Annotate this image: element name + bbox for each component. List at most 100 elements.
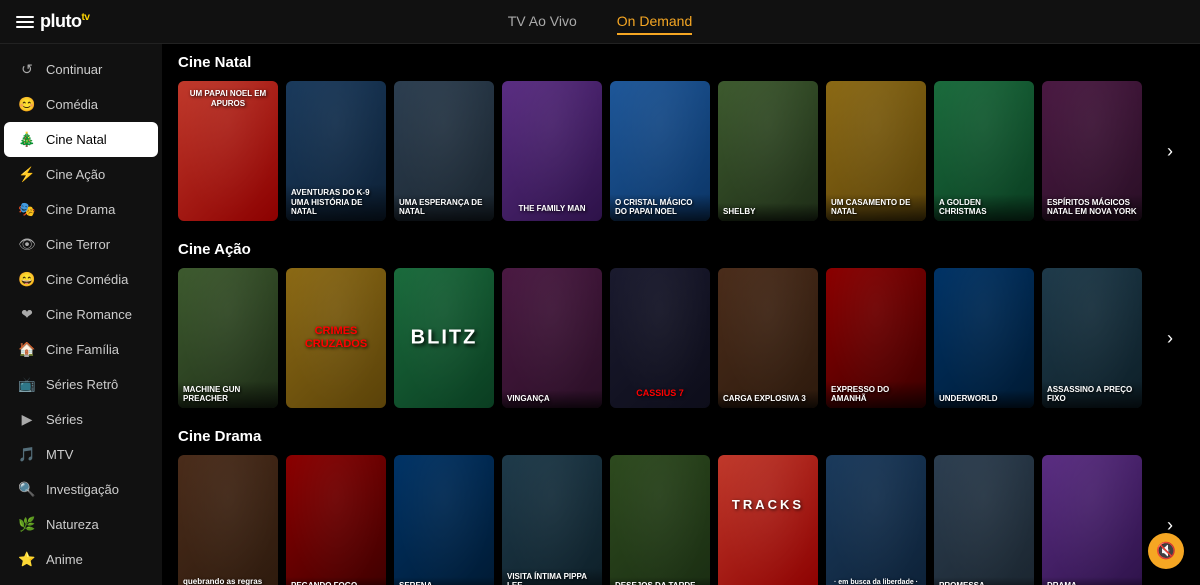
section-row-cine-natal: UM PAPAI NOEL EM APUROSAventuras do K-9 …	[178, 81, 1184, 221]
card-quebrando-regras[interactable]: quebrando as regras	[178, 455, 278, 585]
card-vinganca[interactable]: Vingança	[502, 268, 602, 408]
card-pegando-fogo[interactable]: Pegando Fogo	[286, 455, 386, 585]
card-golden-christmas[interactable]: A Golden Christmas	[934, 81, 1034, 221]
sidebar: ↺Continuar 😊 Comédia 🎄 Cine Natal ⚡Cine Ação🎭…	[0, 44, 162, 585]
sidebar-label-comedia: Comédia	[46, 97, 98, 112]
section-title-cine-natal: Cine Natal	[178, 54, 1184, 71]
sidebar-label-cine-natal: Cine Natal	[46, 132, 107, 147]
sidebar-item-natureza[interactable]: 🌿Natureza	[4, 507, 158, 542]
sidebar-icon-series-retro: 📺	[18, 376, 36, 393]
sidebar-item-cine-drama[interactable]: 🎭Cine Drama	[4, 192, 158, 227]
card-cristal-magico[interactable]: O Cristal Mágico do Papai Noel	[610, 81, 710, 221]
card-inner-desejos-tarde: Desejos da Tarde	[610, 455, 710, 585]
logo-tv-suffix: tv	[81, 12, 89, 23]
scroll-next-cine-acao[interactable]: ›	[1156, 268, 1184, 408]
card-inner-cassius: CASSIUS 7	[610, 268, 710, 408]
section-title-cine-drama: Cine Drama	[178, 428, 1184, 445]
card-inner-cristal-magico: O Cristal Mágico do Papai Noel	[610, 81, 710, 221]
scroll-next-cine-natal[interactable]: ›	[1156, 81, 1184, 221]
card-serena[interactable]: Serena	[394, 455, 494, 585]
sidebar-item-continuar[interactable]: ↺Continuar	[4, 52, 158, 87]
card-aventuras-k9[interactable]: Aventuras do K-9 Uma História de Natal	[286, 81, 386, 221]
card-shelby[interactable]: Shelby	[718, 81, 818, 221]
card-title-pegando-fogo: Pegando Fogo	[286, 577, 386, 585]
card-inner-vinganca: Vingança	[502, 268, 602, 408]
card-inner-shelby: Shelby	[718, 81, 818, 221]
sidebar-item-cine-familia[interactable]: 🏠 Cine Família	[4, 332, 158, 367]
section-row-cine-acao: Machine Gun Preacher CRIMES CRUZADOS BLITZ…	[178, 268, 1184, 408]
sidebar-label-cine-acao: Cine Ação	[46, 167, 105, 182]
pluto-logo: plutotv	[40, 11, 89, 32]
section-cine-natal: Cine Natal UM PAPAI NOEL EM APUROSAventur…	[178, 54, 1184, 221]
card-tracks[interactable]: TRACKS	[718, 455, 818, 585]
card-assassino-preco[interactable]: Assassino a Preço Fixo	[1042, 268, 1142, 408]
card-familia-man[interactable]: THE FAMILY MAN	[502, 81, 602, 221]
card-em-busca[interactable]: · em busca da liberdade ·	[826, 455, 926, 585]
card-inner-expresso-amanha: Expresso do Amanhã	[826, 268, 926, 408]
card-inner-papai-noel: UM PAPAI NOEL EM APUROS	[178, 81, 278, 221]
card-expresso-amanha[interactable]: Expresso do Amanhã	[826, 268, 926, 408]
card-inner-familia-man: THE FAMILY MAN	[502, 81, 602, 221]
sidebar-icon-cine-comedia: 😄	[18, 271, 36, 288]
card-inner-assassino-preco: Assassino a Preço Fixo	[1042, 268, 1142, 408]
sidebar-item-cine-natal[interactable]: 🎄 Cine Natal	[4, 122, 158, 157]
card-desejos-tarde[interactable]: Desejos da Tarde	[610, 455, 710, 585]
sidebar-item-investigacao[interactable]: 🔍Investigação	[4, 472, 158, 507]
card-title-quebrando-regras: quebrando as regras	[183, 577, 273, 585]
card-esperanca-natal[interactable]: Uma Esperança de Natal	[394, 81, 494, 221]
card-title-tracks: TRACKS	[732, 497, 804, 512]
card-papai-noel[interactable]: UM PAPAI NOEL EM APUROS	[178, 81, 278, 221]
sidebar-label-cine-terror: Cine Terror	[46, 237, 110, 252]
sidebar-icon-comedia: 😊	[18, 96, 36, 113]
card-drama-dark[interactable]: Drama	[1042, 455, 1142, 585]
card-visita-intima[interactable]: Visita Íntima Pippa Lee	[502, 455, 602, 585]
card-machine-gun[interactable]: Machine Gun Preacher	[178, 268, 278, 408]
card-title-assassino-preco: Assassino a Preço Fixo	[1042, 381, 1142, 408]
card-title-machine-gun: Machine Gun Preacher	[178, 381, 278, 408]
card-inner-visita-intima: Visita Íntima Pippa Lee	[502, 455, 602, 585]
card-title-carga-explosiva: Carga Explosiva 3	[718, 390, 818, 408]
card-espiritos-magicos[interactable]: Espíritos Mágicos Natal em Nova York	[1042, 81, 1142, 221]
sidebar-label-cine-drama: Cine Drama	[46, 202, 115, 217]
card-promessa[interactable]: Promessa	[934, 455, 1034, 585]
sidebar-icon-cine-familia: 🏠	[18, 341, 36, 358]
card-cassius[interactable]: CASSIUS 7	[610, 268, 710, 408]
card-inner-drama-dark: Drama	[1042, 455, 1142, 585]
sidebar-item-cine-romance[interactable]: ❤Cine Romance	[4, 297, 158, 332]
card-carga-explosiva[interactable]: Carga Explosiva 3	[718, 268, 818, 408]
card-underworld[interactable]: Underworld	[934, 268, 1034, 408]
main-layout: ↺Continuar 😊 Comédia 🎄 Cine Natal ⚡Cine Ação🎭…	[0, 44, 1200, 585]
card-blitz[interactable]: BLITZ	[394, 268, 494, 408]
card-inner-carga-explosiva: Carga Explosiva 3	[718, 268, 818, 408]
sidebar-item-cine-acao[interactable]: ⚡Cine Ação	[4, 157, 158, 192]
nav-item-tv-ao-vivo[interactable]: TV Ao Vivo	[508, 9, 577, 35]
card-inner-quebrando-regras: quebrando as regras	[178, 455, 278, 585]
card-inner-serena: Serena	[394, 455, 494, 585]
card-casamento-natal[interactable]: Um Casamento de Natal	[826, 81, 926, 221]
sidebar-item-cine-terror[interactable]: 👁Cine Terror	[4, 227, 158, 262]
sidebar-item-mtv[interactable]: 🎵MTV	[4, 437, 158, 472]
sidebar-item-series[interactable]: ▶ Séries	[4, 402, 158, 437]
sidebar-label-continuar: Continuar	[46, 62, 102, 77]
sidebar-icon-series: ▶	[18, 411, 36, 428]
card-title-blitz: BLITZ	[411, 327, 478, 350]
sidebar-icon-cine-natal: 🎄	[18, 131, 36, 148]
content-area: Cine Natal UM PAPAI NOEL EM APUROSAventur…	[162, 44, 1200, 585]
card-title-underworld: Underworld	[934, 390, 1034, 408]
card-title-espiritos-magicos: Espíritos Mágicos Natal em Nova York	[1042, 194, 1142, 221]
nav-item-on-demand[interactable]: On Demand	[617, 9, 692, 35]
card-title-em-busca: · em busca da liberdade ·	[831, 579, 921, 585]
sidebar-item-cine-comedia[interactable]: 😄Cine Comédia	[4, 262, 158, 297]
sidebar-item-series-retro[interactable]: 📺Séries Retrô	[4, 367, 158, 402]
card-inner-em-busca: · em busca da liberdade ·	[826, 455, 926, 585]
hamburger-menu[interactable]	[16, 16, 34, 28]
card-title-promessa: Promessa	[934, 577, 1034, 585]
sidebar-label-series: Séries	[46, 412, 83, 427]
card-inner-promessa: Promessa	[934, 455, 1034, 585]
mute-button[interactable]: 🔇	[1148, 533, 1184, 569]
card-title-desejos-tarde: Desejos da Tarde	[610, 577, 710, 585]
sidebar-item-anime[interactable]: ⭐Anime	[4, 542, 158, 577]
sidebar-item-comedia[interactable]: 😊 Comédia	[4, 87, 158, 122]
sidebar-label-cine-familia: Cine Família	[46, 342, 119, 357]
card-crimes-cruzados[interactable]: CRIMES CRUZADOS	[286, 268, 386, 408]
